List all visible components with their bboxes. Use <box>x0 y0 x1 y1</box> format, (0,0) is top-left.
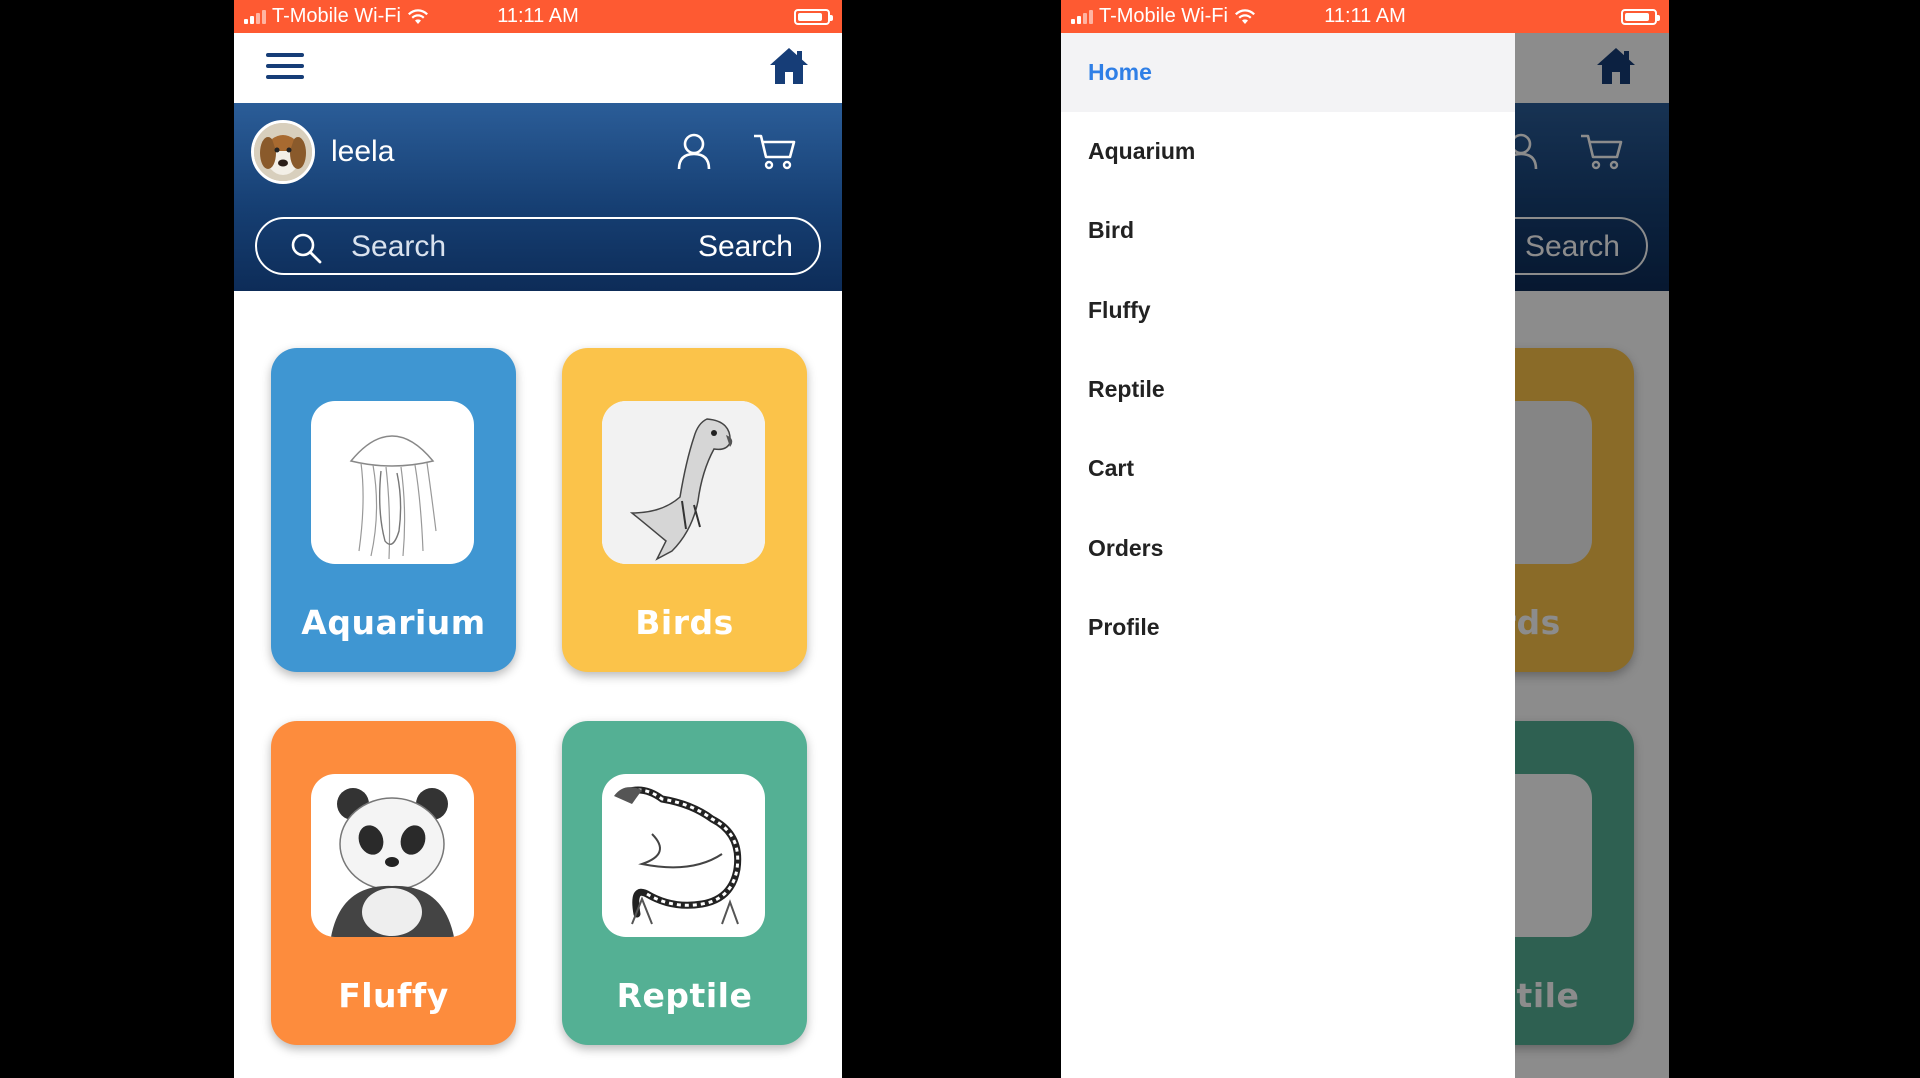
category-label: Aquarium <box>301 603 486 642</box>
drawer-item-fluffy[interactable]: Fluffy <box>1061 271 1515 350</box>
status-time: 11:11 AM <box>497 5 579 27</box>
parrot-image <box>602 401 765 564</box>
status-bar: T-Mobile Wi-Fi 11:11 AM <box>234 0 842 33</box>
navigation-drawer: Home Aquarium Bird Fluffy Reptile Cart O… <box>1061 33 1515 1078</box>
user-header: leela Search <box>234 103 842 291</box>
search-bar: Search <box>255 217 821 275</box>
iguana-image <box>602 774 765 937</box>
drawer-item-reptile[interactable]: Reptile <box>1061 350 1515 429</box>
drawer-item-home[interactable]: Home <box>1061 33 1515 112</box>
hamburger-icon[interactable] <box>266 53 304 81</box>
category-card-aquarium[interactable]: Aquarium <box>271 348 516 672</box>
jellyfish-image <box>311 401 474 564</box>
drawer-item-profile[interactable]: Profile <box>1061 588 1515 667</box>
status-time: 11:11 AM <box>1324 5 1406 27</box>
category-label: Reptile <box>616 976 753 1015</box>
drawer-item-cart[interactable]: Cart <box>1061 429 1515 508</box>
category-card-birds[interactable]: Birds <box>562 348 807 672</box>
battery-icon <box>794 9 833 25</box>
avatar[interactable] <box>251 120 315 184</box>
category-card-reptile[interactable]: Reptile <box>562 721 807 1045</box>
top-navigation-bar <box>234 33 842 103</box>
cart-icon[interactable] <box>752 131 798 171</box>
profile-icon[interactable] <box>674 131 714 171</box>
search-button[interactable]: Search <box>698 227 793 267</box>
dog-avatar-image <box>254 123 312 181</box>
drawer-item-bird[interactable]: Bird <box>1061 191 1515 270</box>
search-input[interactable] <box>351 227 671 267</box>
category-grid: Aquarium Birds Fluffy Reptile <box>234 291 842 1078</box>
search-icon <box>291 233 322 264</box>
panda-image <box>311 774 474 937</box>
battery-icon <box>1621 9 1660 25</box>
category-label: Birds <box>635 603 734 642</box>
category-card-fluffy[interactable]: Fluffy <box>271 721 516 1045</box>
home-screen: T-Mobile Wi-Fi 11:11 AM leela Search Sea… <box>234 0 842 1078</box>
username: leela <box>331 135 395 168</box>
category-label: Fluffy <box>338 976 449 1015</box>
drawer-item-aquarium[interactable]: Aquarium <box>1061 112 1515 191</box>
home-icon[interactable] <box>768 45 810 87</box>
drawer-screen: T-Mobile Wi-Fi 11:11 AM Search Birds <box>1061 0 1669 1078</box>
status-bar: T-Mobile Wi-Fi 11:11 AM <box>1061 0 1669 33</box>
drawer-item-orders[interactable]: Orders <box>1061 509 1515 588</box>
